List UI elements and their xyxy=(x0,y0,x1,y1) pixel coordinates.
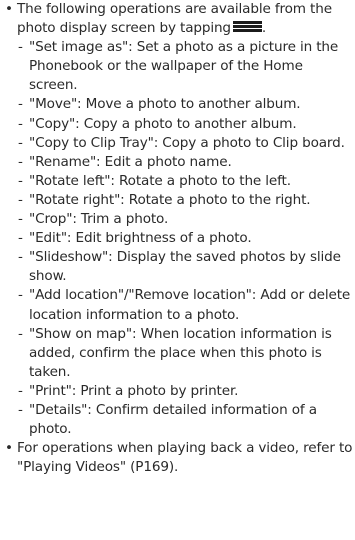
dash-marker: - xyxy=(18,325,23,342)
dash-marker: - xyxy=(18,134,23,151)
operations-list: - "Set image as": Set a photo as a pictur… xyxy=(17,38,353,439)
item-text: "Set image as": Set a photo as a picture… xyxy=(29,39,339,94)
item-text: "Show on map": When location information… xyxy=(29,325,332,380)
bullet-video-playback: • For operations when playing back a vid… xyxy=(0,439,355,477)
dash-marker: - xyxy=(18,230,23,247)
photo-operations-intro-end: . xyxy=(261,20,267,37)
dash-marker: - xyxy=(18,153,23,170)
dash-marker: - xyxy=(18,172,23,189)
photo-operations-intro: The following operations are available f… xyxy=(17,1,332,37)
item-text: "Slideshow": Display the saved photos by… xyxy=(29,249,341,285)
list-item: - "Show on map": When location informatio… xyxy=(17,325,353,382)
list-item: - "Copy": Copy a photo to another album. xyxy=(17,115,353,134)
list-item: - "Edit": Edit brightness of a photo. xyxy=(17,229,353,248)
video-playback-note: For operations when playing back a video… xyxy=(17,440,353,476)
item-text: "Rename": Edit a photo name. xyxy=(29,153,232,170)
item-text: "Rotate left": Rotate a photo to the lef… xyxy=(29,172,291,189)
list-item: - "Set image as": Set a photo as a pictur… xyxy=(17,38,353,95)
item-text: "Copy to Clip Tray": Copy a photo to Cli… xyxy=(29,134,345,151)
bullet-marker: • xyxy=(5,1,13,17)
document-body: • The following operations are available… xyxy=(0,0,355,477)
item-text: "Move": Move a photo to another album. xyxy=(29,96,301,113)
dash-marker: - xyxy=(18,211,23,228)
dash-marker: - xyxy=(18,401,23,418)
list-item: - "Copy to Clip Tray": Copy a photo to Cl… xyxy=(17,134,353,153)
list-item: - "Slideshow": Display the saved photos b… xyxy=(17,248,353,286)
item-text: "Add location"/"Remove location": Add or… xyxy=(29,287,351,323)
dash-marker: - xyxy=(18,191,23,208)
list-item: - "Rename": Edit a photo name. xyxy=(17,153,353,172)
bullet-photo-operations: • The following operations are available… xyxy=(0,0,355,439)
list-item: - "Print": Print a photo by printer. xyxy=(17,382,353,401)
dash-marker: - xyxy=(18,249,23,266)
list-item: - "Rotate left": Rotate a photo to the le… xyxy=(17,172,353,191)
menu-icon xyxy=(232,21,262,33)
dash-marker: - xyxy=(18,96,23,113)
item-text: "Print": Print a photo by printer. xyxy=(29,382,239,399)
list-item: - "Rotate right": Rotate a photo to the r… xyxy=(17,191,353,210)
dash-marker: - xyxy=(18,382,23,399)
item-text: "Edit": Edit brightness of a photo. xyxy=(29,230,252,247)
item-text: "Copy": Copy a photo to another album. xyxy=(29,115,297,132)
item-text: "Details": Confirm detailed information … xyxy=(29,401,317,438)
list-item: - "Crop": Trim a photo. xyxy=(17,210,353,229)
item-text: "Rotate right": Rotate a photo to the ri… xyxy=(29,191,311,208)
dash-marker: - xyxy=(18,287,23,304)
dash-marker: - xyxy=(18,39,23,56)
bullet-marker: • xyxy=(5,440,13,457)
item-text: "Crop": Trim a photo. xyxy=(29,211,169,228)
list-item: - "Add location"/"Remove location": Add o… xyxy=(17,286,353,324)
dash-marker: - xyxy=(18,115,23,132)
list-item: - "Details": Confirm detailed information… xyxy=(17,401,353,439)
list-item: - "Move": Move a photo to another album. xyxy=(17,95,353,114)
